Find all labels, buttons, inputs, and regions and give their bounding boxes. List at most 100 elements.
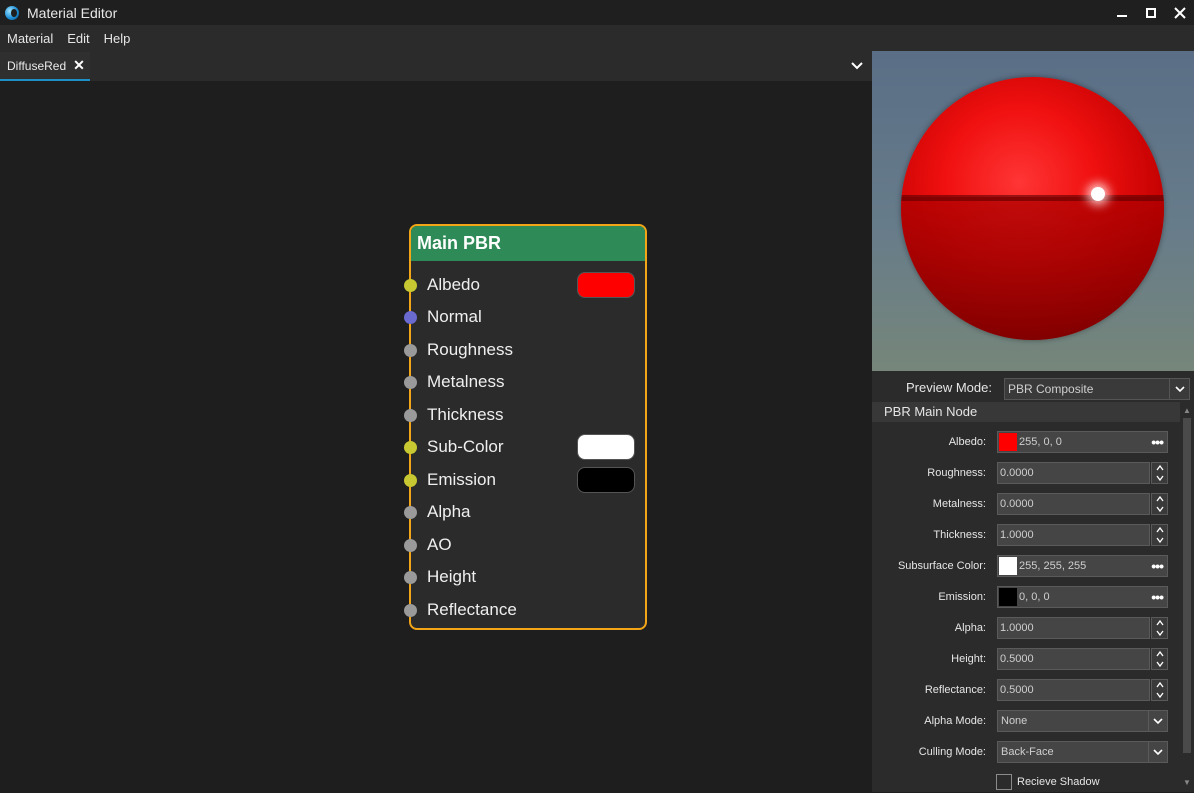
- scroll-up-icon[interactable]: ▲: [1183, 406, 1191, 415]
- tab-close-icon[interactable]: ✕: [73, 57, 85, 74]
- sphere-horizon-band: [901, 195, 1164, 201]
- color-value: 255, 255, 255: [1019, 560, 1087, 572]
- minimize-button[interactable]: [1107, 0, 1136, 25]
- tab-diffusered[interactable]: DiffuseRed ✕: [0, 52, 90, 81]
- color-field[interactable]: 0, 0, 0 •••: [997, 586, 1168, 608]
- color-swatch[interactable]: [999, 433, 1017, 451]
- node-pin-row: Height: [411, 564, 645, 590]
- chevron-up-icon[interactable]: [1155, 463, 1165, 473]
- section-header-pbr-main-node[interactable]: PBR Main Node: [872, 402, 1180, 422]
- number-field[interactable]: 1.0000: [997, 524, 1150, 546]
- input-pin[interactable]: [404, 376, 417, 389]
- chevron-up-icon[interactable]: [1155, 525, 1165, 535]
- chevron-down-icon[interactable]: [1155, 504, 1165, 514]
- chevron-down-icon[interactable]: [1155, 659, 1165, 669]
- node-pin-row: Emission: [411, 467, 645, 493]
- chevron-up-icon[interactable]: [1155, 680, 1165, 690]
- chevron-up-icon[interactable]: [1155, 618, 1165, 628]
- input-pin[interactable]: [404, 311, 417, 324]
- number-field[interactable]: 0.5000: [997, 679, 1150, 701]
- material-preview[interactable]: [872, 51, 1194, 371]
- preview-mode-value: PBR Composite: [1008, 382, 1094, 396]
- spin-buttons[interactable]: [1151, 679, 1168, 701]
- properties-scrollbar[interactable]: ▲ ▼: [1180, 402, 1194, 792]
- property-row: Albedo: 255, 0, 0 •••: [872, 430, 1182, 454]
- tab-label: DiffuseRed: [7, 58, 67, 73]
- color-field[interactable]: 255, 255, 255 •••: [997, 555, 1168, 577]
- number-field[interactable]: 0.0000: [997, 493, 1150, 515]
- spin-buttons[interactable]: [1151, 493, 1168, 515]
- pin-label: Roughness: [427, 340, 514, 359]
- maximize-icon: [1145, 7, 1156, 18]
- recieve-shadow-checkbox[interactable]: [996, 774, 1012, 790]
- maximize-button[interactable]: [1136, 0, 1165, 25]
- chevron-down-icon: [1148, 711, 1167, 731]
- input-pin[interactable]: [404, 604, 417, 617]
- chevron-down-icon[interactable]: [1155, 535, 1165, 545]
- checkbox-label: Recieve Shadow: [1017, 776, 1100, 788]
- close-window-button[interactable]: [1165, 0, 1194, 25]
- spin-buttons[interactable]: [1151, 617, 1168, 639]
- select-field[interactable]: Back-Face: [997, 741, 1168, 763]
- node-pin-row: Normal: [411, 304, 645, 330]
- color-value: 0, 0, 0: [1019, 591, 1050, 603]
- input-pin[interactable]: [404, 571, 417, 584]
- spin-buttons[interactable]: [1151, 524, 1168, 546]
- pin-label: Thickness: [427, 405, 504, 424]
- input-pin[interactable]: [404, 441, 417, 454]
- spin-buttons[interactable]: [1151, 462, 1168, 484]
- number-field[interactable]: 1.0000: [997, 617, 1150, 639]
- number-field[interactable]: 0.5000: [997, 648, 1150, 670]
- menu-help[interactable]: Help: [97, 31, 138, 46]
- node-pin-row: Reflectance: [411, 597, 645, 623]
- tab-bar: DiffuseRed ✕: [0, 51, 872, 81]
- property-label: Subsurface Color:: [897, 560, 986, 572]
- property-label: Thickness:: [933, 529, 986, 541]
- menu-material[interactable]: Material: [0, 31, 60, 46]
- color-value: 255, 0, 0: [1019, 436, 1062, 448]
- pin-label: Normal: [427, 307, 482, 326]
- property-row: Emission: 0, 0, 0 •••: [872, 585, 1182, 609]
- property-label: Roughness:: [927, 467, 986, 479]
- color-swatch[interactable]: [577, 272, 635, 298]
- main-pbr-node[interactable]: Main PBR Albedo Normal Roughness Metalness T…: [409, 224, 647, 630]
- color-field[interactable]: 255, 0, 0 •••: [997, 431, 1168, 453]
- property-label: Height:: [951, 653, 986, 665]
- more-options-icon[interactable]: •••: [1151, 432, 1164, 452]
- color-swatch[interactable]: [999, 557, 1017, 575]
- chevron-up-icon[interactable]: [1155, 494, 1165, 504]
- more-options-icon[interactable]: •••: [1151, 587, 1164, 607]
- color-swatch[interactable]: [577, 467, 635, 493]
- spin-buttons[interactable]: [1151, 648, 1168, 670]
- input-pin[interactable]: [404, 474, 417, 487]
- chevron-down-icon: [1169, 379, 1189, 399]
- color-swatch[interactable]: [999, 588, 1017, 606]
- property-row: Reflectance: 0.5000: [872, 678, 1182, 702]
- number-field[interactable]: 0.0000: [997, 462, 1150, 484]
- input-pin[interactable]: [404, 539, 417, 552]
- input-pin[interactable]: [404, 409, 417, 422]
- node-pin-row: Thickness: [411, 402, 645, 428]
- pin-label: Height: [427, 567, 477, 586]
- scroll-thumb[interactable]: [1183, 418, 1191, 753]
- menu-edit[interactable]: Edit: [60, 31, 96, 46]
- chevron-down-icon[interactable]: [1155, 473, 1165, 483]
- node-pin-row: Sub-Color: [411, 434, 645, 460]
- color-swatch[interactable]: [577, 434, 635, 460]
- chevron-down-icon[interactable]: [1155, 690, 1165, 700]
- select-value: None: [1001, 715, 1028, 727]
- select-field[interactable]: None: [997, 710, 1168, 732]
- preview-mode-select[interactable]: PBR Composite: [1004, 378, 1190, 400]
- pin-label: AO: [427, 535, 452, 554]
- property-label: Albedo:: [948, 436, 986, 448]
- chevron-down-icon[interactable]: [1155, 628, 1165, 638]
- preview-mode-row: Preview Mode: PBR Composite: [872, 374, 1194, 400]
- more-options-icon[interactable]: •••: [1151, 556, 1164, 576]
- input-pin[interactable]: [404, 506, 417, 519]
- chevron-up-icon[interactable]: [1155, 649, 1165, 659]
- scroll-down-icon[interactable]: ▼: [1183, 778, 1191, 787]
- preview-mode-label: Preview Mode:: [906, 380, 992, 395]
- input-pin[interactable]: [404, 279, 417, 292]
- chevron-down-icon[interactable]: [850, 58, 864, 72]
- input-pin[interactable]: [404, 344, 417, 357]
